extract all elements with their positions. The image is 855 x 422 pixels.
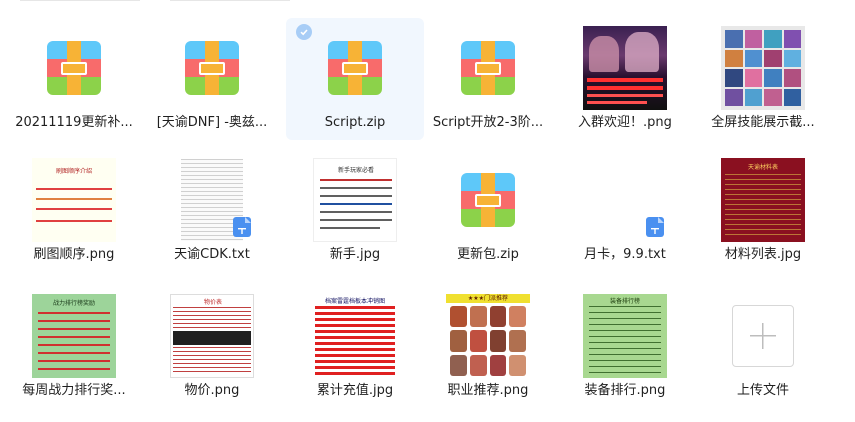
thumb-title: 战力排行榜奖励	[52, 300, 95, 307]
file-tile-zip3[interactable]: Script.zip	[286, 18, 424, 140]
file-name: 入群欢迎！.png	[578, 115, 672, 130]
file-tile-img4[interactable]: 新手玩家必看 新手.jpg	[286, 150, 424, 272]
zip-icon	[313, 26, 397, 110]
thumb-title: ★★★门派推荐	[446, 294, 530, 303]
file-tile-img9[interactable]: ★★★门派推荐 职业推荐.png	[419, 286, 557, 408]
image-thumbnail: ★★★门派推荐	[446, 294, 530, 378]
file-name: 刷图顺序.png	[33, 247, 115, 262]
file-name: 更新包.zip	[457, 247, 519, 262]
zip-icon	[446, 158, 530, 242]
file-name: 每周战力排行奖...	[22, 383, 126, 398]
image-thumbnail	[583, 26, 667, 110]
zip-icon	[170, 26, 254, 110]
file-tile-zip1[interactable]: 20211119更新补...	[5, 18, 143, 140]
file-tile-txt1[interactable]: 天谕CDK.txt	[143, 150, 281, 272]
thumb-title: 天谕材料表	[747, 164, 778, 171]
txt-badge-icon	[233, 217, 251, 237]
thumb-title: 新手玩家必看	[337, 167, 374, 174]
file-tile-img6[interactable]: 战力排行榜奖励 每周战力排行奖...	[5, 286, 143, 408]
file-name: 材料列表.jpg	[724, 247, 802, 262]
file-name: 全屏技能展示截...	[711, 115, 815, 130]
file-name: 物价.png	[184, 383, 240, 398]
zip-icon	[32, 26, 116, 110]
image-thumbnail: 档案雷霆档板本冲销图	[313, 294, 397, 378]
upload-label: 上传文件	[736, 383, 789, 398]
file-tile-img2[interactable]: 全屏技能展示截...	[694, 18, 832, 140]
thumb-title: 装备排行榜	[609, 298, 640, 305]
selected-check-icon[interactable]	[296, 24, 312, 40]
file-name: 新手.jpg	[329, 247, 381, 262]
thumb-title: 刷图顺序介绍	[55, 168, 92, 175]
file-name: 月卡，9.9.txt	[584, 247, 666, 262]
file-tile-img3[interactable]: 刷图顺序介绍 刷图顺序.png	[5, 150, 143, 272]
file-tile-zip2[interactable]: [天谕DNF] -奥兹...	[143, 18, 281, 140]
thumb-title: 档案雷霆档板本冲销图	[324, 298, 385, 305]
upload-tile[interactable]: 上传文件	[694, 286, 832, 408]
file-name: Script开放2-3阶...	[432, 115, 544, 130]
image-thumbnail: 装备排行榜	[583, 294, 667, 378]
image-thumbnail	[721, 26, 805, 110]
image-thumbnail: 刷图顺序介绍	[32, 158, 116, 242]
file-tile-img10[interactable]: 装备排行榜 装备排行.png	[556, 286, 694, 408]
file-name: 天谕CDK.txt	[174, 247, 250, 262]
file-tile-img7[interactable]: 物价表 物价.png	[143, 286, 281, 408]
file-name: 职业推荐.png	[447, 383, 529, 398]
file-tile-zip4[interactable]: Script开放2-3阶...	[419, 18, 557, 140]
plus-icon	[750, 323, 776, 349]
txt-file-icon	[583, 158, 667, 242]
thumb-title: 物价表	[203, 299, 222, 306]
txt-file-icon	[170, 158, 254, 242]
image-thumbnail: 天谕材料表	[721, 158, 805, 242]
file-tile-txt2[interactable]: 月卡，9.9.txt	[556, 150, 694, 272]
file-name: 装备排行.png	[584, 383, 666, 398]
file-name: 累计充值.jpg	[316, 383, 394, 398]
file-name: 20211119更新补...	[15, 115, 133, 130]
image-thumbnail: 战力排行榜奖励	[32, 294, 116, 378]
file-tile-img1[interactable]: 入群欢迎！.png	[556, 18, 694, 140]
file-tile-img5[interactable]: 天谕材料表 材料列表.jpg	[694, 150, 832, 272]
file-grid: 20211119更新补... [天谕DNF] -奥兹... Script.zip…	[0, 0, 855, 422]
file-name: Script.zip	[324, 115, 386, 130]
image-thumbnail: 物价表	[170, 294, 254, 378]
image-thumbnail: 新手玩家必看	[313, 158, 397, 242]
file-name: [天谕DNF] -奥兹...	[156, 115, 268, 130]
zip-icon	[446, 26, 530, 110]
upload-button[interactable]	[721, 294, 805, 378]
txt-badge-icon	[646, 217, 664, 237]
file-tile-zip5[interactable]: 更新包.zip	[419, 150, 557, 272]
file-tile-img8[interactable]: 档案雷霆档板本冲销图 累计充值.jpg	[286, 286, 424, 408]
